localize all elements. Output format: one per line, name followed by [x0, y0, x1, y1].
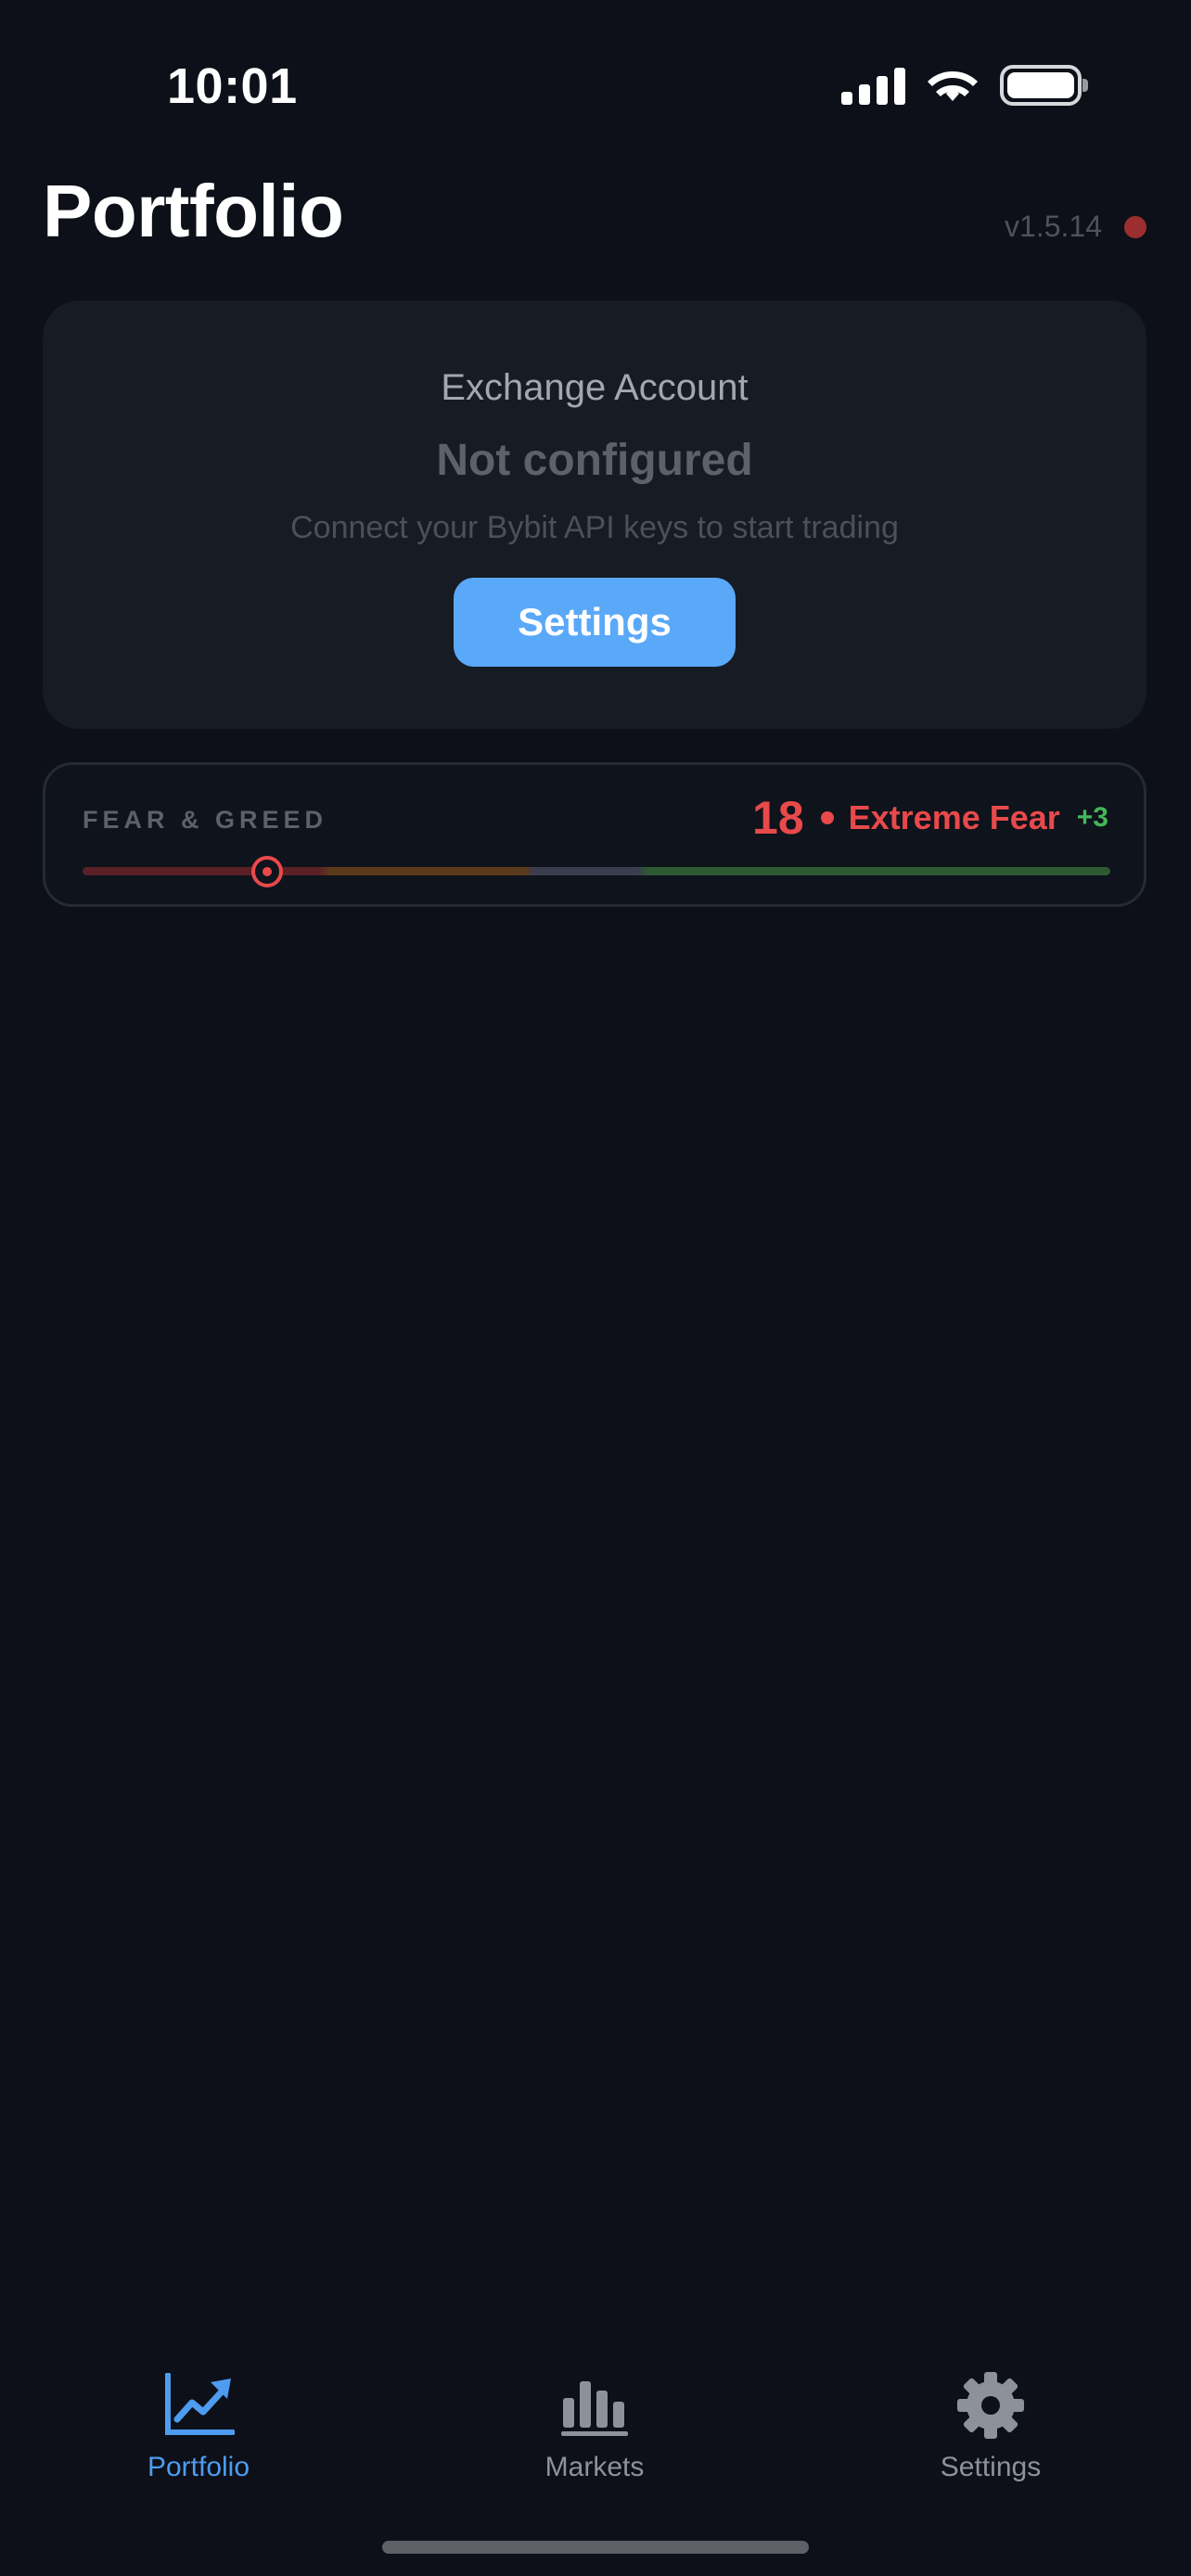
fear-greed-value: 18: [752, 792, 804, 844]
gear-icon: [954, 2368, 1028, 2442]
chart-line-icon: [161, 2368, 236, 2442]
tab-markets[interactable]: Markets: [474, 2368, 715, 2483]
battery-icon: [1000, 65, 1088, 106]
home-indicator: [382, 2541, 809, 2554]
fear-greed-reading: 18 Extreme Fear +3: [752, 791, 1108, 845]
exchange-hint: Connect your Bybit API keys to start tra…: [290, 510, 899, 545]
exchange-account-card: Exchange Account Not configured Connect …: [43, 300, 1146, 729]
wifi-icon: [928, 71, 978, 101]
fear-greed-card[interactable]: FEAR & GREED 18 Extreme Fear +3: [43, 762, 1146, 907]
portfolio-screen: 10:01 Portfolio v1.5.14 Exchange Account…: [0, 0, 1191, 2576]
connection-status-dot: [1124, 215, 1146, 238]
tab-label: Settings: [940, 2452, 1042, 2482]
fear-greed-classification: Extreme Fear: [848, 798, 1060, 836]
version-indicator: v1.5.14: [1005, 210, 1146, 244]
fear-greed-separator-dot: [820, 811, 834, 824]
tab-label: Markets: [544, 2452, 645, 2482]
status-bar: 10:01: [0, 0, 1191, 167]
fear-greed-change: +3: [1076, 802, 1108, 833]
bar-chart-icon: [557, 2368, 632, 2442]
version-label: v1.5.14: [1005, 210, 1102, 243]
tab-portfolio[interactable]: Portfolio: [78, 2368, 319, 2483]
fear-greed-label: FEAR & GREED: [83, 806, 328, 834]
tab-bar: Portfolio Markets Settings: [0, 2346, 1191, 2513]
fear-greed-gauge-marker: [251, 856, 284, 887]
status-time: 10:01: [167, 58, 298, 114]
exchange-account-label: Exchange Account: [441, 367, 749, 408]
page-title: Portfolio: [43, 170, 344, 252]
open-settings-button[interactable]: Settings: [454, 578, 736, 667]
status-icons: [841, 65, 1088, 106]
cellular-signal-icon: [841, 66, 905, 105]
exchange-status: Not configured: [436, 436, 753, 485]
tab-settings[interactable]: Settings: [870, 2368, 1111, 2483]
fear-greed-gauge-track: [83, 856, 1110, 887]
tab-label: Portfolio: [147, 2452, 250, 2482]
